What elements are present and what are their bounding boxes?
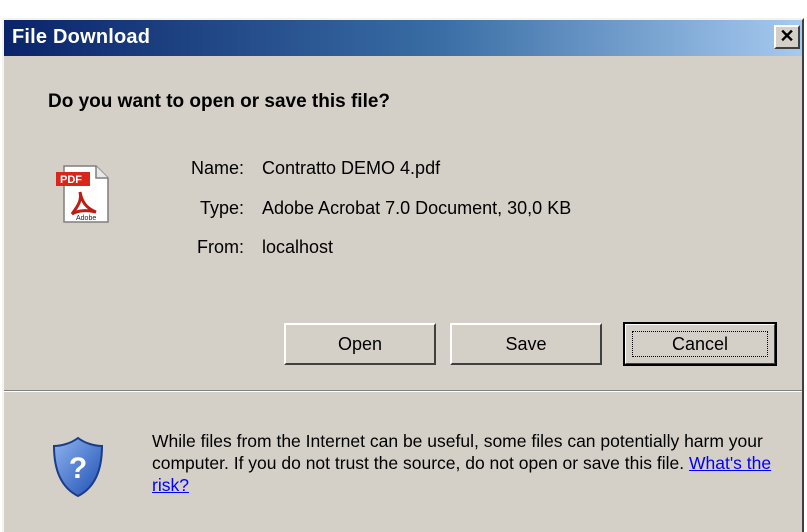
- open-button-label: Open: [337, 334, 383, 354]
- file-name-value: Contratto DEMO 4.pdf: [262, 158, 441, 178]
- svg-text:?: ?: [69, 452, 87, 485]
- save-button-label: Save: [505, 334, 547, 354]
- close-icon: ✕: [779, 26, 795, 46]
- file-type-label: Type:: [199, 198, 244, 218]
- close-button[interactable]: ✕: [774, 25, 800, 49]
- cancel-button[interactable]: Cancel: [623, 322, 777, 366]
- save-button[interactable]: Save: [450, 323, 602, 365]
- window-title: File Download: [12, 26, 151, 48]
- open-button[interactable]: Open: [284, 323, 436, 365]
- file-type-row: Type: Adobe Acrobat 7.0 Document, 30,0 K…: [4, 197, 704, 219]
- file-name-label: Name:: [190, 158, 244, 178]
- file-download-dialog: File Download ✕ Do you want to open or s…: [2, 18, 804, 532]
- title-bar[interactable]: File Download ✕: [4, 20, 802, 56]
- file-source-row: From: localhost: [4, 236, 704, 258]
- separator: [4, 390, 802, 392]
- warning-text: While files from the Internet can be use…: [152, 431, 763, 473]
- security-warning: While files from the Internet can be use…: [152, 430, 792, 496]
- file-source-label: From:: [197, 237, 244, 257]
- dialog-question: Do you want to open or save this file?: [48, 91, 391, 112]
- file-name-row: Name: Contratto DEMO 4.pdf: [4, 157, 704, 179]
- file-source-value: localhost: [262, 237, 334, 257]
- shield-question-icon: ?: [52, 436, 104, 498]
- focus-indicator: [632, 331, 768, 357]
- file-type-value: Adobe Acrobat 7.0 Document, 30,0 KB: [262, 198, 572, 218]
